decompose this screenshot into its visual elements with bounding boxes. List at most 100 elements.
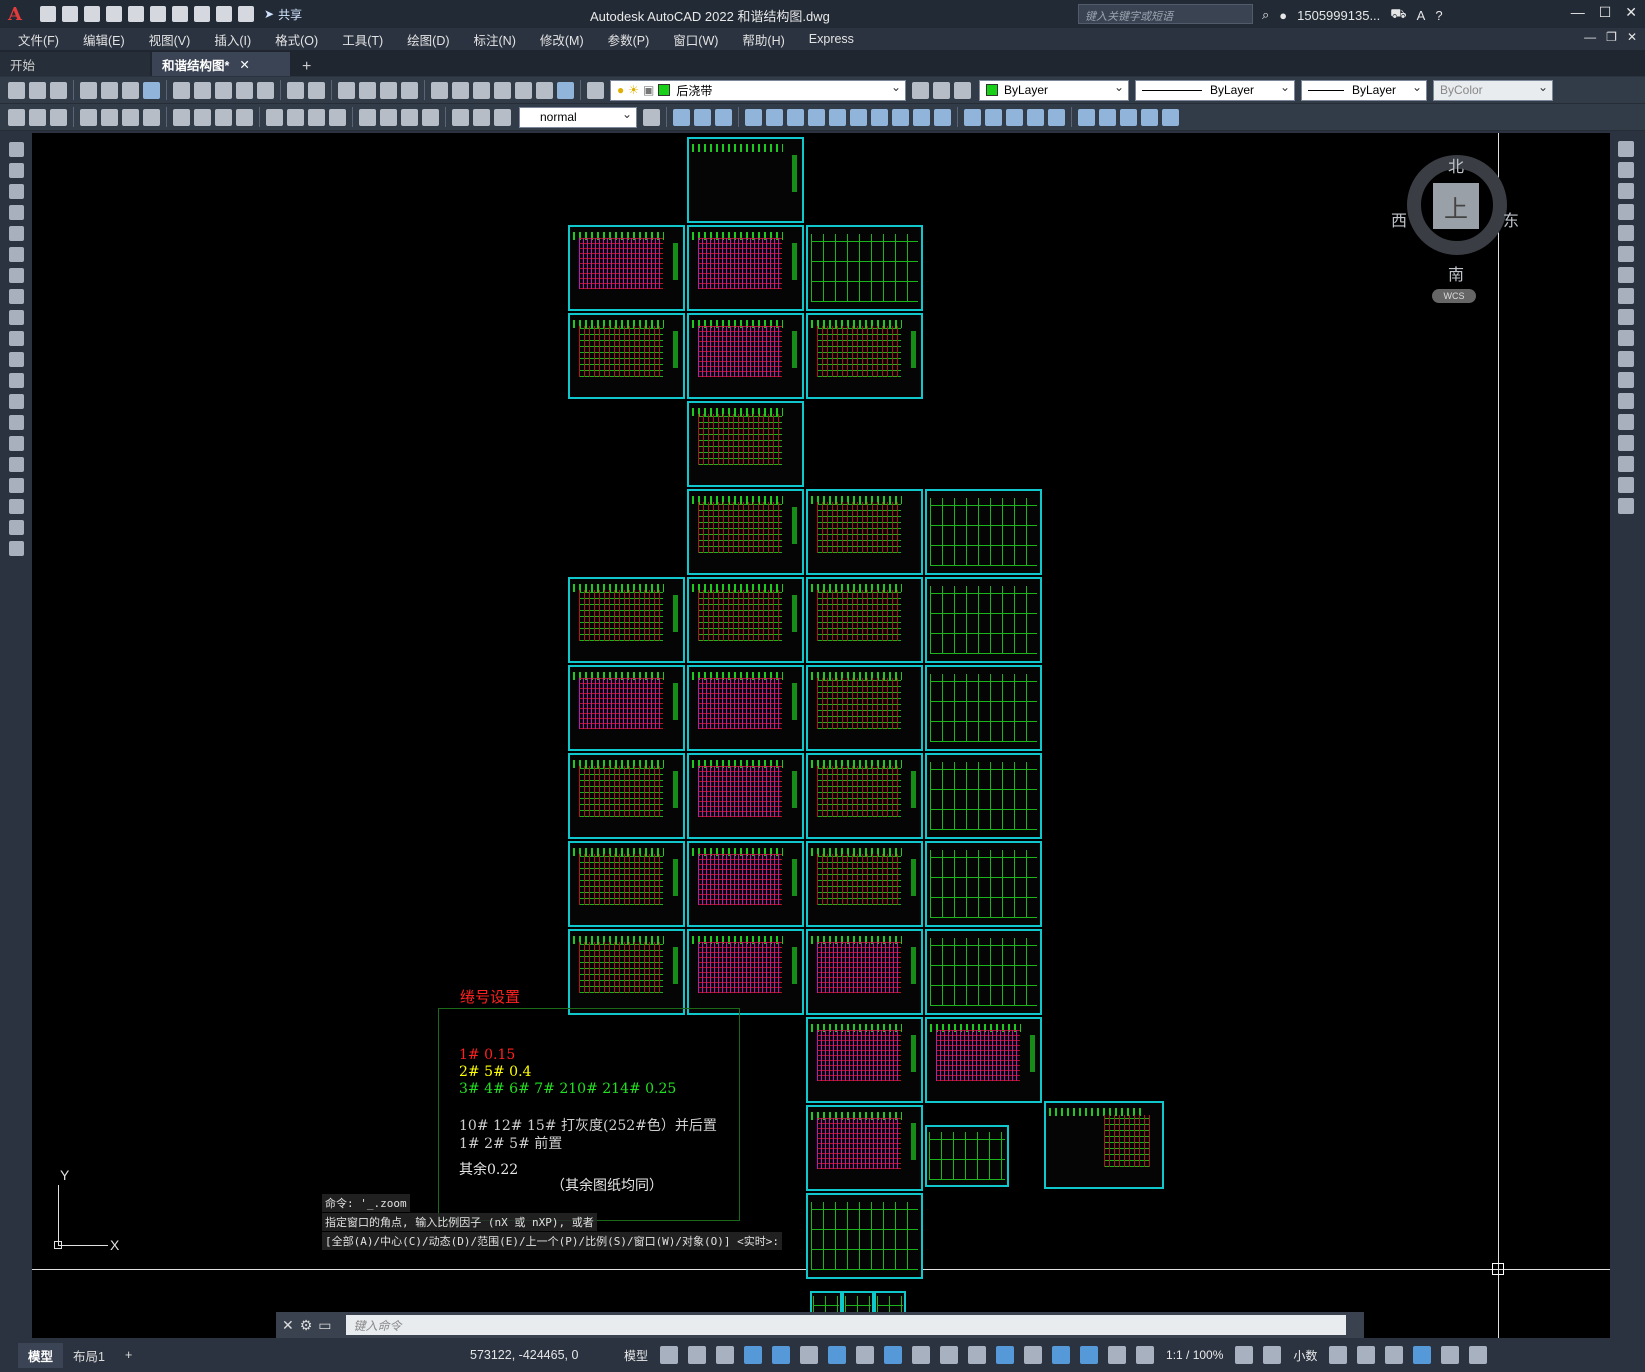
- table-icon[interactable]: [9, 499, 24, 514]
- interfere-icon[interactable]: [1048, 108, 1065, 126]
- break-at-point-icon[interactable]: [1618, 372, 1634, 388]
- menu-view[interactable]: 视图(V): [149, 30, 191, 49]
- aligned-dimension-icon[interactable]: [101, 108, 118, 126]
- drawing-sheet[interactable]: [806, 665, 923, 751]
- minimize-button[interactable]: —: [1571, 4, 1585, 21]
- menu-express[interactable]: Express: [809, 32, 854, 46]
- help-icon[interactable]: ?: [1435, 8, 1442, 23]
- wcs-menu[interactable]: WCS: [1432, 289, 1476, 303]
- drawing-sheet[interactable]: [687, 753, 804, 839]
- annotation-scale[interactable]: 1:1 / 100%: [1166, 1348, 1223, 1362]
- extrude-icon[interactable]: [850, 108, 867, 126]
- drawing-sheet[interactable]: [925, 929, 1042, 1015]
- dynamic-input-icon[interactable]: [744, 1346, 763, 1364]
- isometric-drafting-icon[interactable]: [828, 1346, 847, 1364]
- auto-scale-icon[interactable]: [1136, 1346, 1155, 1364]
- search-input[interactable]: 键入关键字或短语: [1078, 4, 1253, 24]
- dimension-update-icon[interactable]: [494, 108, 511, 126]
- drawing-sheet[interactable]: [687, 401, 804, 487]
- cut-icon[interactable]: [173, 81, 190, 99]
- torus-icon[interactable]: [787, 108, 804, 126]
- drawing-sheet[interactable]: [806, 225, 923, 311]
- open-web-icon[interactable]: [128, 6, 144, 22]
- inspection-icon[interactable]: [401, 108, 418, 126]
- undo-icon[interactable]: [287, 81, 304, 99]
- fillet-icon[interactable]: [1618, 456, 1634, 472]
- line-icon[interactable]: [9, 142, 24, 157]
- plotstyle-dropdown[interactable]: ByColor: [1433, 79, 1553, 101]
- quick-select-icon[interactable]: [8, 108, 25, 126]
- break-icon[interactable]: [1618, 393, 1634, 409]
- sphere-icon[interactable]: [745, 108, 762, 126]
- mirror-icon[interactable]: [1618, 183, 1634, 199]
- drawing-sheet[interactable]: [568, 577, 685, 663]
- save-icon[interactable]: [84, 6, 100, 22]
- save-icon[interactable]: [50, 81, 67, 99]
- drawing-sheet[interactable]: [687, 577, 804, 663]
- cone-icon[interactable]: [715, 108, 732, 126]
- quickcalc-icon[interactable]: [536, 81, 553, 99]
- baseline-dimension-icon[interactable]: [287, 108, 304, 126]
- share-button[interactable]: ➤ 共享: [264, 6, 302, 23]
- revision-cloud-icon[interactable]: [9, 289, 24, 304]
- drawing-sheet[interactable]: [925, 665, 1042, 751]
- point-icon[interactable]: [9, 415, 24, 430]
- copy-icon[interactable]: [194, 81, 211, 99]
- object-snap-tracking-icon[interactable]: [856, 1346, 875, 1364]
- properties-icon[interactable]: [431, 81, 448, 99]
- drawing-sheet[interactable]: [687, 841, 804, 927]
- polygon-icon[interactable]: [9, 205, 24, 220]
- units-display[interactable]: 小数: [1293, 1347, 1317, 1364]
- ellipse-arc-icon[interactable]: [9, 352, 24, 367]
- menu-help[interactable]: 帮助(H): [742, 30, 784, 49]
- linear-dimension-icon[interactable]: [80, 108, 97, 126]
- polyline-icon[interactable]: [9, 184, 24, 199]
- drawing-sheet[interactable]: [806, 1193, 923, 1279]
- autocad-logo-icon[interactable]: A: [0, 0, 30, 28]
- sheet-set-icon[interactable]: [494, 81, 511, 99]
- markup-icon[interactable]: [515, 81, 532, 99]
- autodesk-app-icon[interactable]: A: [1417, 8, 1426, 23]
- open-icon[interactable]: [62, 6, 78, 22]
- drawing-sheet[interactable]: [925, 489, 1042, 575]
- lineweight-dropdown[interactable]: ByLayer: [1301, 79, 1427, 101]
- drawing-sheet[interactable]: [687, 665, 804, 751]
- tab-close-icon[interactable]: ✕: [239, 57, 249, 72]
- grid-icon[interactable]: [660, 1346, 679, 1364]
- drawing-sheet[interactable]: [568, 841, 685, 927]
- drawing-sheet[interactable]: [806, 489, 923, 575]
- drawing-sheet[interactable]: [806, 841, 923, 927]
- model-space-toggle[interactable]: 模型: [624, 1347, 648, 1364]
- clean-screen-icon[interactable]: [1441, 1346, 1460, 1364]
- erase-icon[interactable]: [1618, 141, 1634, 157]
- drawing-sheet[interactable]: [568, 313, 685, 399]
- arc-length-icon[interactable]: [122, 108, 139, 126]
- infer-constraints-icon[interactable]: [716, 1346, 735, 1364]
- make-current-layer-icon[interactable]: [912, 81, 929, 99]
- tab-drawing[interactable]: 和谐结构图* ✕: [152, 52, 290, 76]
- trim-icon[interactable]: [1618, 330, 1634, 346]
- 3d-align-icon[interactable]: [1120, 108, 1137, 126]
- polar-tracking-icon[interactable]: [800, 1346, 819, 1364]
- 3d-print-icon[interactable]: [143, 81, 160, 99]
- plot-icon[interactable]: [80, 81, 97, 99]
- drawing-sheet[interactable]: [806, 929, 923, 1015]
- drawing-sheet[interactable]: [806, 577, 923, 663]
- save-web-icon[interactable]: [150, 6, 166, 22]
- drawing-sheet[interactable]: [1044, 1101, 1164, 1189]
- recent-commands-icon[interactable]: ▭: [318, 1317, 331, 1334]
- construction-line-icon[interactable]: [9, 163, 24, 178]
- menu-window[interactable]: 窗口(W): [673, 30, 718, 49]
- arc-icon[interactable]: [9, 247, 24, 262]
- doc-minimize-button[interactable]: —: [1584, 30, 1596, 44]
- workspace-switch-icon[interactable]: [1235, 1346, 1254, 1364]
- compass-south[interactable]: 南: [1448, 261, 1464, 285]
- selection-filter-icon[interactable]: [1052, 1346, 1071, 1364]
- revolve-icon[interactable]: [913, 108, 930, 126]
- quick-dimension-icon[interactable]: [266, 108, 283, 126]
- match-properties-icon[interactable]: [236, 81, 253, 99]
- menu-edit[interactable]: 编辑(E): [83, 30, 125, 49]
- search-icon[interactable]: ⌕: [1262, 7, 1269, 23]
- offset-icon[interactable]: [1618, 204, 1634, 220]
- tool-palettes-icon[interactable]: [473, 81, 490, 99]
